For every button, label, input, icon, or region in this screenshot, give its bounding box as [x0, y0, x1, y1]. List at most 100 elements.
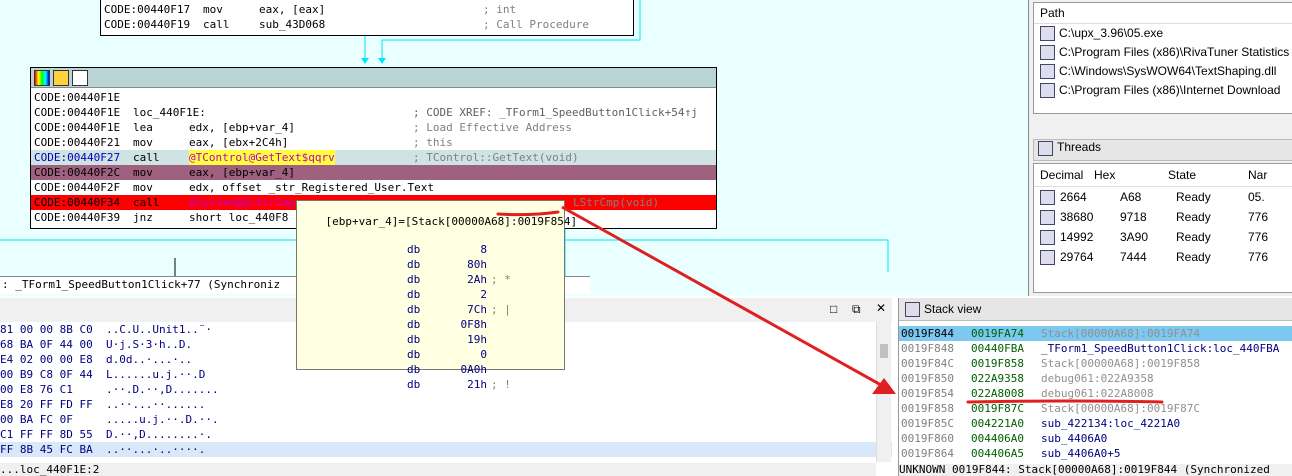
tooltip-line: db 0A0h [297, 362, 564, 377]
tooltip-kw: db [407, 243, 421, 256]
hex-row[interactable]: C1 FF FF 8D 55 D.··,D........·. [0, 427, 892, 442]
stack-comment: Stack[00000A68]:0019F87C [1041, 402, 1200, 415]
thread-name: 776 [1248, 210, 1269, 224]
stack-row[interactable]: 0019F84C 0019F858 Stack[00000A68]:0019F858 [899, 356, 1292, 371]
module-icon [1040, 45, 1055, 61]
stack-value: 022A9358 [971, 372, 1024, 385]
tooltip-addr: 0019F854 [517, 215, 571, 228]
stack-title: Stack view [924, 302, 982, 316]
stack-comment: sub_4406A0 [1041, 432, 1108, 445]
tooltip-line: db 2Ah ; * [297, 272, 564, 287]
stack-row[interactable]: 0019F844 0019FA74 Stack[00000A68]:0019FA74 [899, 326, 1292, 341]
stack-value: 004221A0 [971, 417, 1024, 430]
stack-value: 0019F858 [971, 357, 1024, 370]
graph-color-icon[interactable] [34, 70, 50, 86]
stack-icon [905, 302, 920, 318]
thread-row[interactable]: 14992 3A90 Ready 776 [1034, 227, 1292, 247]
threads-icon [1038, 140, 1053, 156]
code-line[interactable]: CODE:00440F21 mov eax, [ebx+2C4h] ; this [31, 135, 716, 150]
threads-col-header[interactable]: Nar [1248, 164, 1267, 186]
stack-addr: 0019F85C [901, 417, 954, 430]
thread-hex: 9718 [1120, 210, 1147, 224]
module-path: C:\upx_3.96\05.exe [1059, 26, 1164, 40]
module-path: C:\Program Files (x86)\RivaTuner Statist… [1059, 45, 1290, 59]
stack-addr: 0019F858 [901, 402, 954, 415]
stack-addr: 0019F854 [901, 387, 954, 400]
code-addr: CODE:00440F2F [34, 181, 121, 194]
stack-footer: UNKNOWN 0019F844: Stack[00000A68]:0019F8… [899, 464, 1292, 476]
stack-comment: sub_422134:loc_4221A0 [1041, 417, 1181, 430]
stack-addr: 0019F84C [901, 357, 954, 370]
hex-ascii: D.··,D........·. [106, 428, 212, 441]
tooltip-kw: db [407, 303, 421, 316]
modules-header-path[interactable]: Path [1034, 3, 1292, 24]
restore-icon[interactable]: □ [830, 302, 837, 316]
stack-value: 022A8008 [971, 387, 1024, 400]
code-operand: eax, [ebx+2C4h] [189, 136, 289, 149]
stack-addr: 0019F860 [901, 432, 954, 445]
code-line[interactable]: CODE:00440F2F mov edx, offset _str_Registe… [31, 180, 716, 195]
stack-row[interactable]: 0019F85C 004221A0 sub_422134:loc_4221A0 [899, 416, 1292, 431]
stack-row[interactable]: 0019F858 0019F87C Stack[00000A68]:0019F87C [899, 401, 1292, 416]
tooltip-kw: db [407, 318, 421, 331]
module-item[interactable]: C:\Windows\SysWOW64\TextShaping.dll [1034, 62, 1292, 81]
thread-row[interactable]: 38680 9718 Ready 776 [1034, 207, 1292, 227]
thread-row[interactable]: 2664 A68 Ready 05. [1034, 187, 1292, 207]
module-item[interactable]: C:\Program Files (x86)\RivaTuner Statist… [1034, 43, 1292, 62]
hex-bytes: 00 E8 76 C1 [0, 383, 73, 396]
tooltip-kw: db [407, 258, 421, 271]
threads-col-header[interactable]: Decimal [1040, 164, 1083, 186]
code-line[interactable]: CODE:00440F1E loc_440F1E: ; CODE XREF: _TF… [31, 105, 716, 120]
hex-ascii: ..··...·..····. [106, 443, 206, 456]
threads-titlebar: Threads [1033, 139, 1292, 161]
stack-row[interactable]: 0019F848 00440FBA _TForm1_SpeedButton1Clic… [899, 341, 1292, 356]
threads-col-header[interactable]: Hex [1094, 164, 1115, 186]
module-item[interactable]: C:\Program Files (x86)\Internet Download [1034, 81, 1292, 100]
tooltip-val: 21h [467, 378, 487, 391]
code-addr: CODE:00440F1E [34, 91, 121, 104]
tooltip-line: db 21h ; ! [297, 377, 564, 392]
code-mnemonic: jnz [133, 211, 153, 224]
hex-row[interactable]: E8 20 FF FD FF ..··...··...... [0, 397, 892, 412]
code-mnemonic: call [133, 151, 160, 164]
hex-row[interactable]: 00 BA FC 0F .....u.j.··.D.··. [0, 412, 892, 427]
code-line[interactable]: CODE:00440F2C mov eax, [ebp+var_4] [31, 165, 716, 180]
code-operand: @TControl@GetText$qqrv [189, 150, 335, 165]
code-mnemonic: mov [133, 166, 153, 179]
code-line[interactable]: CODE:00440F1E lea edx, [ebp+var_4] ; Load E… [31, 120, 716, 135]
code-line[interactable]: CODE:00440F1E [31, 90, 716, 105]
stack-comment: debug061:022A8008 [1041, 387, 1154, 400]
stack-row[interactable]: 0019F850 022A9358 debug061:022A9358 [899, 371, 1292, 386]
close-icon[interactable]: ✕ [876, 301, 886, 315]
modules-list[interactable]: Path C:\upx_3.96\05.exe C:\Program Files … [1033, 2, 1292, 114]
stack-row[interactable]: 0019F860 004406A0 sub_4406A0 [899, 431, 1292, 446]
stack-addr: 0019F848 [901, 342, 954, 355]
thread-row[interactable]: 29764 7444 Ready 776 [1034, 247, 1292, 267]
stack-row[interactable]: 0019F854 022A8008 debug061:022A8008 [899, 386, 1292, 401]
tooltip-val: 7Ch [467, 303, 487, 316]
module-item[interactable]: C:\upx_3.96\05.exe [1034, 24, 1292, 43]
code-mnemonic: loc_440F1E: [133, 106, 206, 119]
node-titlebar [31, 68, 716, 88]
thread-icon [1040, 190, 1055, 205]
tooltip-val: 0 [480, 348, 487, 361]
code-line[interactable]: CODE:00440F27 call @TControl@GetText$qqrv;… [31, 150, 716, 165]
stack-row[interactable]: 0019F864 004406A5 sub_4406A0+5 [899, 446, 1292, 461]
stack-view[interactable]: Stack view 0019F844 0019FA74 Stack[00000A6… [898, 298, 1292, 476]
hex-row[interactable]: FF 8B 45 FC BA ..··...·..····. [0, 442, 892, 457]
threads-table[interactable]: Decimal Hex State Nar 2664 A68 Ready 05. 38680 9… [1033, 163, 1292, 293]
float-icon[interactable]: ⧉ [852, 302, 861, 317]
thread-decimal: 2664 [1060, 190, 1087, 204]
tooltip-val: 2 [480, 288, 487, 301]
graph-icon[interactable] [72, 70, 88, 86]
code-comment: ; TControl::GetText(void) [413, 151, 579, 164]
code-comment: ; Load Effective Address [413, 121, 572, 134]
code-comment: ; CODE XREF: _TForm1_SpeedButton1Click+5… [413, 106, 698, 119]
module-icon [1040, 83, 1055, 99]
tooltip-val: 2Ah [467, 273, 487, 286]
hex-bytes: 68 BA 0F 44 00 [0, 338, 93, 351]
stack-comment: Stack[00000A68]:0019FA74 [1041, 327, 1200, 340]
edit-icon[interactable] [53, 70, 69, 86]
hex-scrollbar[interactable] [876, 322, 891, 462]
threads-col-header[interactable]: State [1168, 164, 1196, 186]
